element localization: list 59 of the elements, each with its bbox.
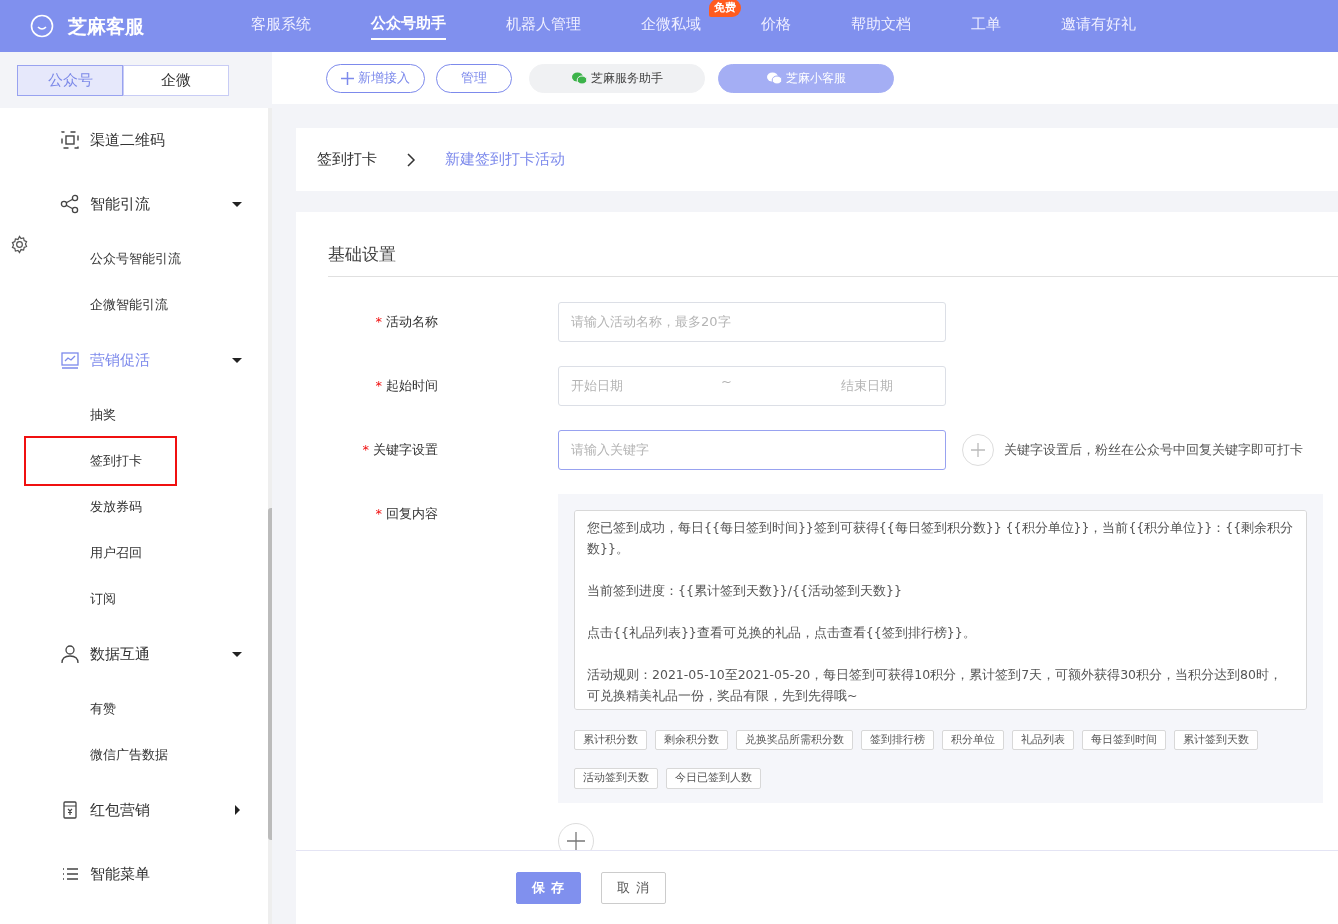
variable-tag[interactable]: 活动签到天数 — [574, 768, 658, 789]
add-button[interactable] — [558, 822, 594, 850]
plus-icon — [971, 442, 985, 457]
variable-tag[interactable]: 兑换奖品所需积分数 — [736, 729, 853, 750]
variable-tag[interactable]: 积分单位 — [942, 729, 1004, 750]
envelope-icon — [60, 800, 80, 820]
sidebar-item[interactable]: 企微智能引流 — [0, 282, 272, 328]
chat-bubbles-icon — [571, 71, 587, 85]
field-label: 回复内容 — [386, 505, 438, 521]
sidebar-group[interactable]: 数据互通 — [0, 622, 272, 686]
variable-tag[interactable]: 累计签到天数 — [1174, 729, 1258, 750]
sidebar-item[interactable]: 发放券码 — [0, 484, 272, 530]
variable-tag[interactable]: 剩余积分数 — [655, 729, 728, 750]
sidebar-group[interactable]: 红包营销 — [0, 778, 272, 842]
sidebar-item[interactable]: 用户召回 — [0, 530, 272, 576]
chevron-right-icon — [405, 152, 417, 167]
qr-frame-icon — [60, 130, 80, 150]
hint-text: 关键字设置后，粉丝在公众号中回复关键字即可打卡 — [1004, 440, 1303, 459]
sidebar-item[interactable]: 公众号智能引流 — [0, 236, 272, 282]
field-label: 起始时间 — [386, 377, 438, 393]
account-tab[interactable]: 芝麻服务助手 — [529, 63, 705, 93]
share-icon — [60, 194, 80, 214]
required-mark: * — [375, 313, 382, 329]
plus-icon — [567, 831, 585, 850]
cancel-button[interactable]: 取 消 — [601, 871, 666, 904]
sidebar-item[interactable]: 签到打卡 — [26, 438, 175, 484]
plus-icon — [341, 71, 354, 85]
logo-icon — [30, 14, 54, 38]
sidebar-item[interactable]: 订阅 — [0, 576, 272, 622]
breadcrumb-current: 新建签到打卡活动 — [445, 149, 565, 171]
sidebar-item[interactable]: 微信广告数据 — [0, 732, 272, 778]
brand-name: 芝麻客服 — [68, 13, 144, 39]
variable-tag[interactable]: 累计积分数 — [574, 729, 647, 750]
sidebar-group[interactable]: 智能菜单 — [0, 842, 272, 906]
reply-field[interactable]: 您已签到成功，每日{{每日签到时间}}签到可获得{{每日签到积分数}} {{积分单位}}，当前{{积分单位}}：{{剩余积分数}}。 当前签到进度：{{累计签到天数}}/{{活动签到天数}} 点击{{礼品列表}}查看可兑换的礼品，点击查看{{签到排行榜}}。 活动规则：2021-05-10至2021-05-20，每日签到可获得10积分，累计签到7天，可额外获得30积分，当积分达到80时，可兑换精美礼品一份，奖品有限，先到先得哦~ — [574, 509, 1307, 710]
required-mark: * — [375, 505, 382, 521]
field-label: 关键字设置 — [373, 441, 438, 457]
name-field[interactable]: 请输入活动名称，最多20字 — [558, 301, 946, 342]
variable-tag[interactable]: 礼品列表 — [1012, 729, 1074, 750]
add-keyword-button[interactable] — [962, 433, 994, 466]
user-icon — [60, 644, 80, 664]
keyword-field[interactable]: 请输入关键字 — [558, 429, 946, 470]
account-tab[interactable]: 企微 — [123, 64, 229, 96]
chart-icon — [60, 350, 80, 370]
variable-tag[interactable]: 今日已签到人数 — [666, 768, 761, 789]
sidebar-item[interactable]: 有赞 — [0, 686, 272, 732]
sidebar-group[interactable]: 智能引流 — [0, 172, 272, 236]
sidebar-item[interactable]: 抽奖 — [0, 392, 272, 438]
field-label: 活动名称 — [386, 313, 438, 329]
free-badge: 免费 — [709, 0, 741, 18]
variable-tag[interactable]: 每日签到时间 — [1082, 729, 1166, 750]
required-mark: * — [375, 377, 382, 393]
chat-bubbles-icon — [766, 71, 782, 85]
breadcrumb-item[interactable]: 签到打卡 — [317, 148, 377, 171]
variable-tag[interactable]: 签到排行榜 — [861, 729, 934, 750]
sidebar-group[interactable]: 渠道二维码 — [0, 108, 272, 172]
settings-icon[interactable] — [10, 234, 29, 254]
section-title: 基础设置 — [328, 243, 397, 266]
required-mark: * — [362, 441, 369, 457]
